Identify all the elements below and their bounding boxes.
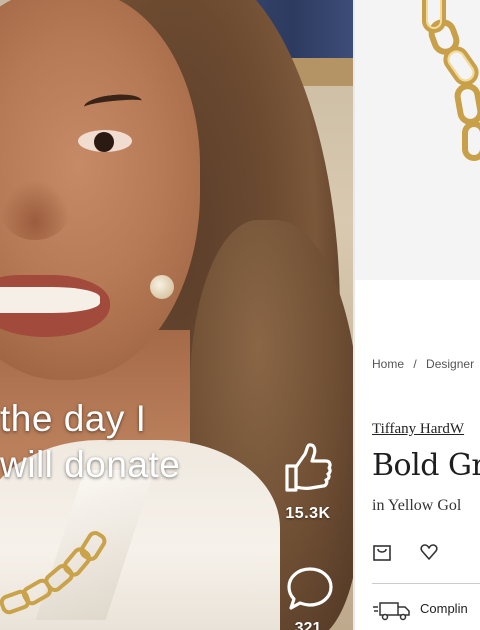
breadcrumb: Home / Designer xyxy=(372,357,480,371)
video-player[interactable]: the day I will donate 15.3K 321 xyxy=(0,0,353,630)
video-caption: the day I will donate xyxy=(0,396,180,488)
shopping-bag-icon[interactable] xyxy=(372,542,392,562)
product-title: Bold Gr xyxy=(372,448,480,483)
delivery-truck-icon xyxy=(373,602,410,621)
breadcrumb-separator: / xyxy=(413,357,417,371)
product-page: Home / Designer Tiffany HardW Bold Gr in… xyxy=(355,0,480,630)
breadcrumb-designer[interactable]: Designer xyxy=(426,357,474,371)
caption-line-2: will donate xyxy=(0,444,181,485)
shipping-info: Complin xyxy=(420,601,468,616)
breadcrumb-home[interactable]: Home xyxy=(372,357,404,371)
thumbs-up-icon[interactable] xyxy=(283,442,333,494)
collection-link[interactable]: Tiffany HardW xyxy=(372,421,464,438)
gold-chain-image xyxy=(422,0,480,161)
heart-icon[interactable] xyxy=(419,542,439,562)
product-image[interactable] xyxy=(355,0,480,280)
like-count: 15.3K xyxy=(285,505,331,522)
speech-bubble-icon[interactable] xyxy=(286,566,334,612)
caption-line-1: the day I xyxy=(0,398,147,439)
section-divider xyxy=(372,583,480,584)
pearl-earring xyxy=(150,275,174,299)
eye xyxy=(78,130,132,152)
nose-shadow xyxy=(0,180,70,240)
comment-count: 321 xyxy=(294,620,322,630)
product-material: in Yellow Gol xyxy=(372,497,462,514)
gold-chain-necklace xyxy=(0,527,130,620)
